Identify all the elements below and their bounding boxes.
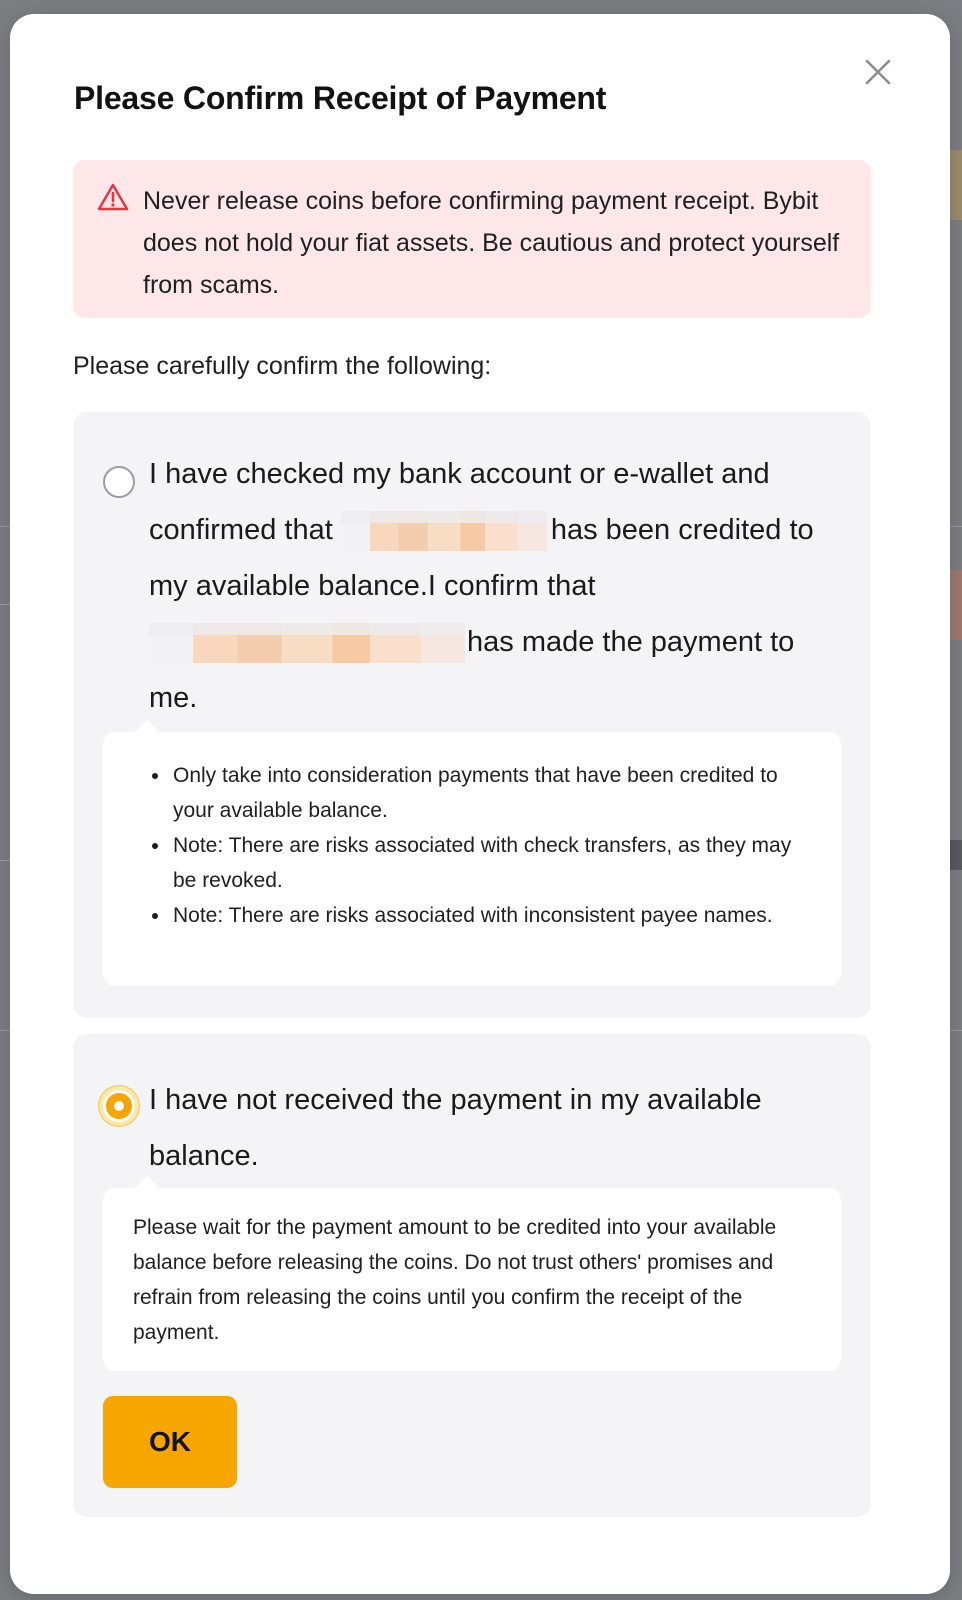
backdrop-fragment: [948, 150, 962, 220]
note-item: Note: There are risks associated with ch…: [171, 828, 817, 898]
instruction-text: Please carefully confirm the following:: [73, 352, 492, 380]
note-item: Note: There are risks associated with in…: [171, 898, 817, 933]
warning-triangle-icon: [97, 183, 129, 211]
confirm-payment-dialog: Please Confirm Receipt of Payment Never …: [10, 14, 950, 1594]
option-label: I have not received the payment in my av…: [149, 1084, 762, 1172]
scam-warning-banner: Never release coins before confirming pa…: [73, 160, 871, 318]
redacted-payer-name: [149, 623, 465, 664]
radio-payment-not-received[interactable]: [103, 1090, 135, 1122]
backdrop-fragment: [948, 570, 962, 640]
option-payment-not-received[interactable]: I have not received the payment in my av…: [73, 1034, 871, 1517]
option-payment-received[interactable]: I have checked my bank account or e-wall…: [73, 412, 871, 1018]
option-notes: Only take into consideration payments th…: [103, 720, 841, 986]
backdrop-fragment: [948, 840, 962, 870]
note-text: Please wait for the payment amount to be…: [133, 1216, 777, 1344]
warning-text: Never release coins before confirming pa…: [143, 187, 840, 299]
radio-payment-received[interactable]: [103, 466, 135, 498]
option-label: I have checked my bank account or e-wall…: [149, 446, 849, 726]
note-item: Only take into consideration payments th…: [171, 758, 817, 828]
dialog-title: Please Confirm Receipt of Payment: [74, 80, 607, 116]
option-note: Please wait for the payment amount to be…: [103, 1176, 841, 1371]
close-icon[interactable]: [860, 54, 896, 90]
redacted-amount: [340, 511, 547, 552]
ok-button[interactable]: OK: [103, 1396, 237, 1488]
